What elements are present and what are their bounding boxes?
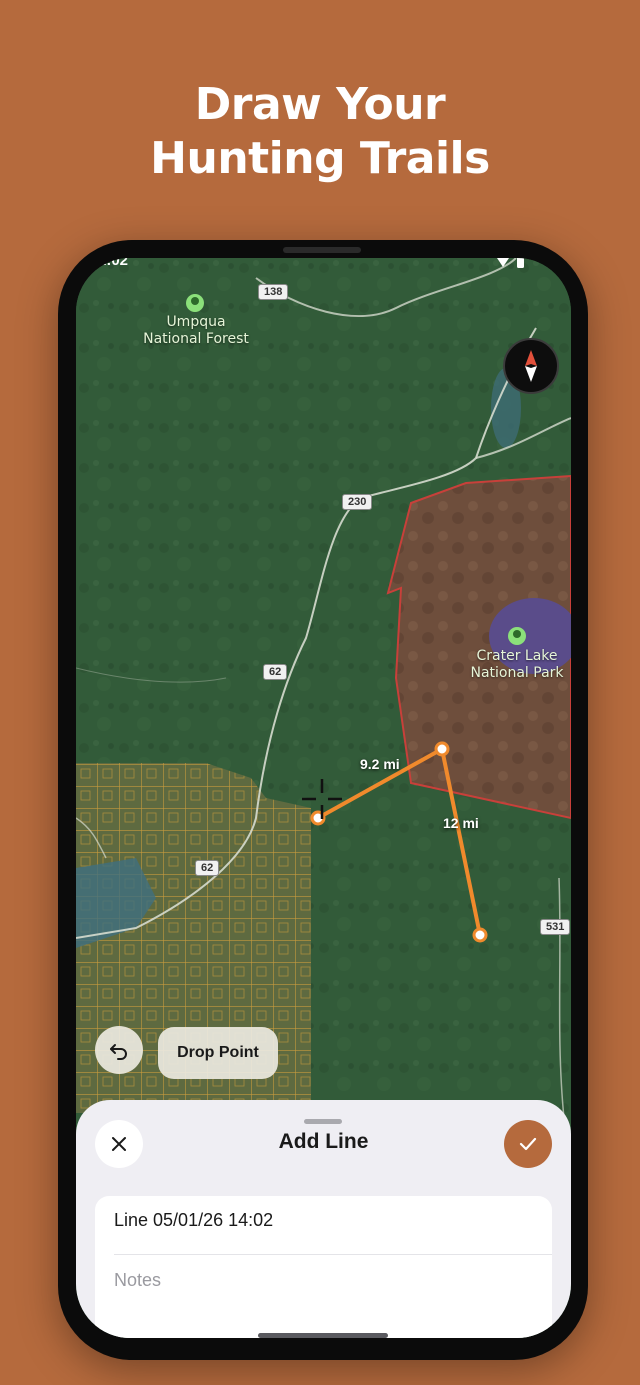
trail-point-end[interactable] <box>472 927 488 943</box>
headline: Draw Your Hunting Trails <box>0 78 640 186</box>
headline-line-2: Hunting Trails <box>150 133 490 184</box>
road-shield-531: 531 <box>540 919 571 935</box>
road-shield-230: 230 <box>342 494 373 510</box>
headline-line-1: Draw Your <box>194 79 446 130</box>
compass-icon <box>525 350 537 382</box>
notes-field[interactable]: Notes <box>114 1270 161 1291</box>
form-divider <box>114 1254 552 1255</box>
road-shield-62-lower: 62 <box>195 860 220 876</box>
home-indicator <box>258 1333 388 1338</box>
road-shield-138: 138 <box>258 284 289 300</box>
check-icon <box>519 1137 537 1151</box>
map-label-umpqua: Umpqua National Forest <box>143 314 249 347</box>
line-name-field[interactable]: Line 05/01/26 14:02 <box>114 1210 273 1231</box>
add-line-sheet: Add Line Line 05/01/26 14:02 Notes <box>76 1100 571 1338</box>
undo-icon <box>110 1044 127 1060</box>
map-label-crater-lake: Crater Lake National Park <box>470 648 564 681</box>
status-bar: 2:02 <box>76 258 571 280</box>
status-time: 2:02 <box>98 258 129 269</box>
road-shield-62-upper: 62 <box>263 664 288 680</box>
trail-point-mid[interactable] <box>434 741 450 757</box>
drop-point-button[interactable]: Drop Point <box>158 1027 278 1079</box>
sheet-drag-handle[interactable] <box>304 1119 342 1124</box>
distance-label-segment-2: 12 mi <box>443 815 479 831</box>
wifi-icon <box>497 258 524 268</box>
confirm-button[interactable] <box>504 1120 552 1168</box>
sheet-title: Add Line <box>278 1130 369 1153</box>
park-marker-icon <box>508 627 526 645</box>
distance-label-segment-1: 9.2 mi <box>360 756 400 772</box>
status-icons <box>497 258 537 273</box>
drop-point-label: Drop Point <box>177 1044 259 1061</box>
battery-icon <box>517 258 524 268</box>
phone-screen: 2:02 Umpqua National Forest Crater Lake … <box>76 258 571 1338</box>
compass-button[interactable] <box>503 338 559 394</box>
line-form-card: Line 05/01/26 14:02 Notes <box>95 1196 552 1338</box>
phone-speaker <box>283 247 361 253</box>
forest-marker-icon <box>186 294 204 312</box>
undo-button[interactable] <box>95 1026 143 1074</box>
